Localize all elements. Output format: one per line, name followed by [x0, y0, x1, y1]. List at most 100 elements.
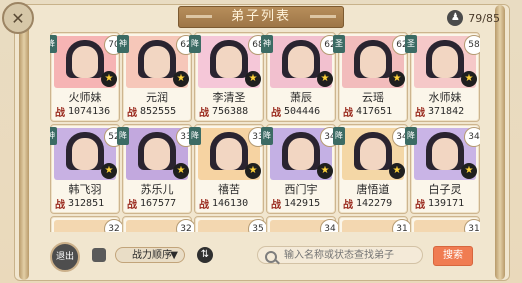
- rank-tag: 降: [50, 35, 57, 53]
- disciple-card-partial[interactable]: 31: [410, 216, 480, 232]
- power-value: 142279: [356, 198, 393, 209]
- power-row: 战 139171: [415, 196, 477, 211]
- disciple-card[interactable]: 降 34 ★ 唐悟道战 142279: [333, 124, 414, 214]
- rank-tag: 神: [50, 127, 57, 145]
- power-value: 852555: [140, 106, 177, 117]
- disciple-card-partial[interactable]: 32: [122, 216, 196, 232]
- filter-icon[interactable]: [92, 248, 106, 262]
- disciple-name: 苏乐儿: [140, 183, 174, 196]
- disciple-card[interactable]: 降 34 ★ 白子灵战 139171: [405, 124, 480, 214]
- star-icon: ★: [245, 163, 261, 179]
- level-badge: 32: [104, 219, 124, 232]
- disciple-card[interactable]: 圣 62 ★ 云瑶战 417651: [333, 32, 414, 122]
- search-icon: [265, 251, 277, 263]
- disciple-card[interactable]: 降 33 ★ 苏乐儿战 167577: [117, 124, 198, 214]
- portrait-face: [144, 138, 170, 170]
- chevron-down-icon: ▼: [170, 250, 178, 261]
- disciple-card[interactable]: 神 62 ★ 萧辰战 504446: [261, 32, 342, 122]
- portrait-face: [216, 138, 242, 170]
- power-row: 战 417651: [343, 104, 405, 119]
- disciple-card-partial[interactable]: 31: [338, 216, 412, 232]
- disciple-name: 李清圣: [212, 91, 246, 104]
- disciple-card-partial[interactable]: 34: [266, 216, 340, 232]
- power-label: 战: [199, 200, 209, 211]
- disciple-name: 禧苦: [218, 183, 240, 196]
- search-input[interactable]: [257, 246, 423, 264]
- level-badge: 34: [320, 219, 340, 232]
- power-row: 战 852555: [127, 104, 189, 119]
- power-row: 战 756388: [199, 104, 261, 119]
- disciple-name: 水师妹: [428, 91, 462, 104]
- disciple-name: 西门宇: [284, 183, 318, 196]
- power-value: 139171: [428, 198, 465, 209]
- star-icon: ★: [389, 163, 405, 179]
- rank-tag: 圣: [405, 35, 417, 53]
- disciple-name: 白子灵: [428, 183, 462, 196]
- disciple-card[interactable]: 降 34 ★ 西门宇战 142915: [261, 124, 342, 214]
- sort-order-label: 战力顺序: [132, 250, 172, 261]
- power-value: 1074136: [68, 106, 111, 117]
- power-label: 战: [415, 200, 425, 211]
- disciple-count-icon: ♟: [447, 10, 464, 26]
- power-value: 312851: [68, 198, 105, 209]
- star-icon: ★: [101, 163, 117, 179]
- power-label: 战: [127, 108, 137, 119]
- star-icon: ★: [461, 71, 477, 87]
- disciple-card-partial[interactable]: 32: [50, 216, 124, 232]
- power-label: 战: [271, 108, 281, 119]
- rank-tag: 神: [117, 35, 129, 53]
- power-row: 战 167577: [127, 196, 189, 211]
- rank-tag: 神: [261, 35, 273, 53]
- star-icon: ★: [317, 71, 333, 87]
- star-icon: ★: [245, 71, 261, 87]
- portrait-face: [216, 46, 242, 78]
- rank-tag: 降: [333, 127, 345, 145]
- disciple-card-partial[interactable]: 35: [194, 216, 268, 232]
- disciple-card[interactable]: 降 33 ★ 禧苦战 146130: [189, 124, 270, 214]
- power-row: 战 142915: [271, 196, 333, 211]
- disciple-card[interactable]: 圣 58 ★ 水师妹战 371842: [405, 32, 480, 122]
- power-value: 371842: [428, 106, 465, 117]
- sort-order-select[interactable]: 战力顺序 ▼: [115, 247, 185, 263]
- level-badge: 31: [392, 219, 412, 232]
- disciple-name: 云瑶: [362, 91, 384, 104]
- rank-tag: 降: [117, 127, 129, 145]
- portrait-face: [288, 138, 314, 170]
- disciple-count-text: 79/85: [468, 11, 500, 25]
- disciple-card[interactable]: 降 70 ★ 火师妹战 1074136: [50, 32, 126, 122]
- power-label: 战: [127, 200, 137, 211]
- power-row: 战 312851: [55, 196, 117, 211]
- power-label: 战: [343, 200, 353, 211]
- disciple-card[interactable]: 神 62 ★ 元润战 852555: [117, 32, 198, 122]
- power-label: 战: [55, 108, 65, 119]
- star-icon: ★: [173, 163, 189, 179]
- exit-button[interactable]: 退出: [50, 242, 80, 272]
- power-value: 142915: [284, 198, 321, 209]
- swap-order-icon[interactable]: ⇅: [197, 247, 213, 263]
- power-value: 504446: [284, 106, 321, 117]
- power-label: 战: [415, 108, 425, 119]
- portrait-face: [72, 46, 98, 78]
- rank-tag: 降: [405, 127, 417, 145]
- disciple-card[interactable]: 降 68 ★ 李清圣战 756388: [189, 32, 270, 122]
- portrait-face: [144, 46, 170, 78]
- power-label: 战: [343, 108, 353, 119]
- portrait-face: [432, 138, 458, 170]
- disciple-card[interactable]: 神 52 ★ 韩飞羽战 312851: [50, 124, 126, 214]
- level-badge: 31: [464, 219, 480, 232]
- level-badge: 58: [464, 35, 480, 55]
- star-icon: ★: [317, 163, 333, 179]
- power-value: 167577: [140, 198, 177, 209]
- disciple-name: 萧辰: [290, 91, 312, 104]
- power-value: 146130: [212, 198, 249, 209]
- level-badge: 32: [176, 219, 196, 232]
- search-button[interactable]: 搜索: [433, 246, 473, 266]
- rank-tag: 降: [189, 35, 201, 53]
- disciple-name: 火师妹: [68, 91, 102, 104]
- power-row: 战 371842: [415, 104, 477, 119]
- level-badge: 34: [464, 127, 480, 147]
- close-button[interactable]: ✕: [2, 2, 34, 34]
- scroll-rod-left: [19, 5, 29, 280]
- rank-tag: 圣: [333, 35, 345, 53]
- star-icon: ★: [101, 71, 117, 87]
